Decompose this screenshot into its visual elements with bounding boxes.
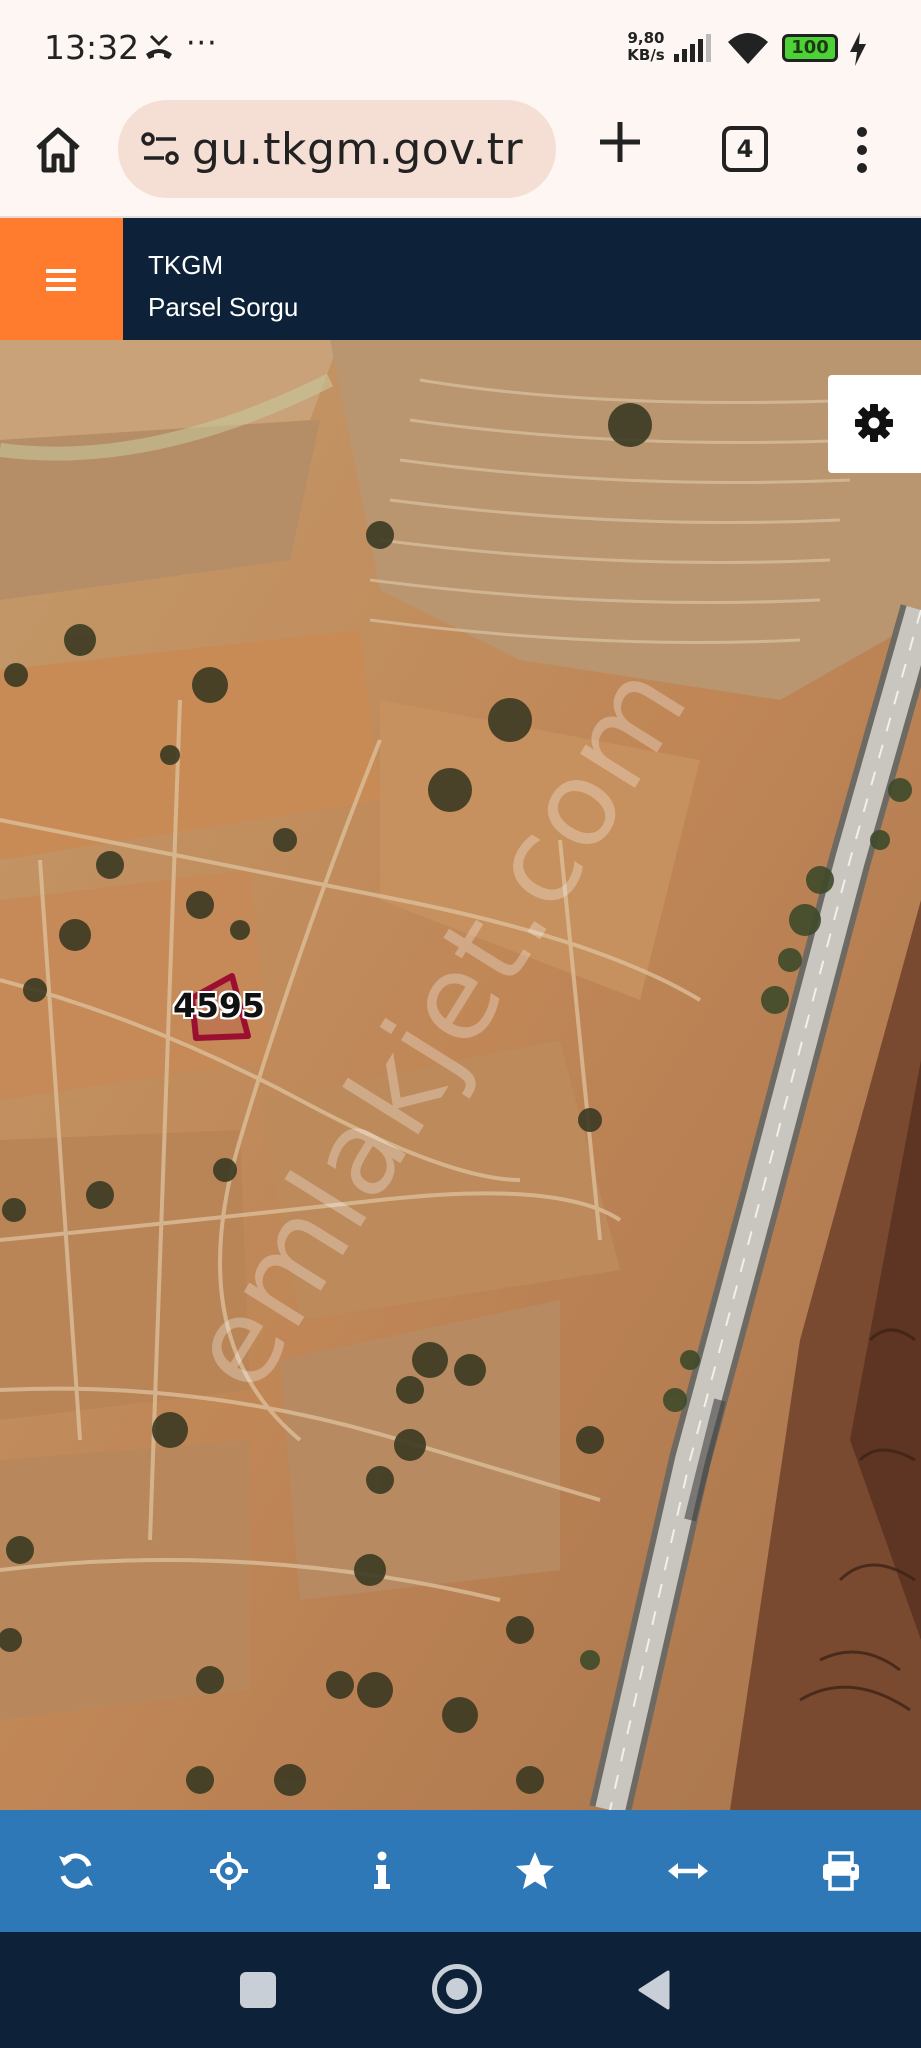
home-button[interactable]	[432, 1964, 482, 2014]
map-toolbar	[0, 1810, 921, 1932]
info-icon	[374, 1851, 390, 1889]
status-bar: 13:32 ··· 9,80 KB/s 100	[0, 0, 921, 92]
charging-icon	[850, 32, 866, 66]
refresh-icon	[59, 1853, 93, 1889]
app-title: TKGM	[148, 250, 224, 280]
recents-button[interactable]	[240, 1972, 276, 2008]
url-text[interactable]: gu.tkgm.gov.tr	[192, 124, 523, 175]
print-button[interactable]	[765, 1810, 918, 1932]
battery-icon: 100	[782, 34, 838, 62]
locate-icon	[210, 1852, 248, 1890]
satellite-map[interactable]: 4595 emlakjet.com	[0, 340, 921, 1810]
locate-button[interactable]	[153, 1810, 306, 1932]
menu-icon-line	[46, 269, 76, 273]
status-dots: ···	[186, 26, 218, 61]
back-button[interactable]	[636, 1970, 672, 2010]
browser-toolbar: gu.tkgm.gov.tr 4	[0, 92, 921, 218]
speed-value: 9,80	[627, 29, 665, 47]
print-icon	[823, 1851, 859, 1891]
site-info-icon[interactable]	[140, 130, 180, 168]
wifi-icon	[728, 33, 768, 64]
app-header: TKGM Parsel Sorgu	[0, 218, 921, 340]
favorite-button[interactable]	[459, 1810, 612, 1932]
refresh-button[interactable]	[0, 1810, 153, 1932]
status-time: 13:32	[44, 28, 140, 67]
settings-button[interactable]	[828, 375, 921, 473]
system-navigation-bar	[0, 1932, 921, 2048]
more-vert-icon[interactable]	[844, 124, 880, 176]
menu-button[interactable]	[0, 218, 123, 340]
app-subtitle: Parsel Sorgu	[148, 292, 299, 322]
speed-unit: KB/s	[627, 46, 665, 64]
signal-icon	[674, 34, 711, 62]
tab-switcher-button[interactable]: 4	[722, 126, 768, 172]
menu-icon-line	[46, 278, 76, 282]
home-icon[interactable]	[30, 122, 86, 178]
gear-icon	[855, 404, 893, 442]
parcel-number-label[interactable]: 4595	[173, 986, 265, 1025]
measure-button[interactable]	[612, 1810, 765, 1932]
network-speed: 9,80 KB/s	[624, 30, 668, 64]
address-bar[interactable]: gu.tkgm.gov.tr	[118, 100, 556, 198]
menu-icon-line	[46, 287, 76, 291]
info-button[interactable]	[306, 1810, 459, 1932]
missed-call-icon	[146, 34, 172, 59]
measure-icon	[668, 1863, 708, 1879]
star-icon	[516, 1852, 554, 1889]
plus-icon[interactable]	[596, 118, 644, 166]
